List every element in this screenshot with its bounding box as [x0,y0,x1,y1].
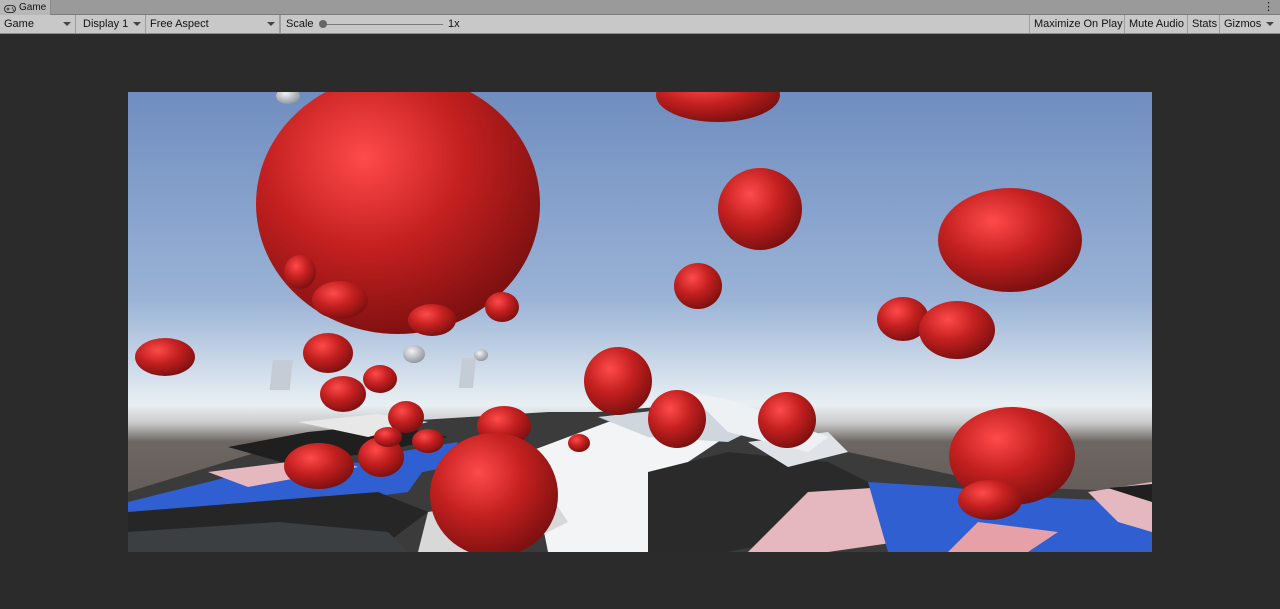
aspect-dropdown[interactable]: Free Aspect [146,15,280,33]
aspect-label: Free Aspect [150,18,209,30]
stats-toggle[interactable]: Stats [1187,15,1221,33]
chevron-down-icon [267,22,275,26]
tab-game-label: Game [19,2,47,13]
chevron-down-icon [1266,22,1274,26]
game-toolbar: Game Display 1 Free Aspect Scale 1x Maxi… [0,15,1280,34]
scale-slider-track[interactable] [323,24,443,25]
mute-audio-toggle[interactable]: Mute Audio [1124,15,1188,33]
scale-slider-thumb[interactable] [319,20,327,28]
display-dropdown[interactable]: Display 1 [79,15,146,33]
display-label: Display 1 [83,18,129,30]
scale-value: 1x [448,18,460,30]
tab-game[interactable]: Game [0,0,52,15]
scale-label: Scale [286,18,314,30]
maximize-on-play-toggle[interactable]: Maximize On Play [1029,15,1127,33]
game-view[interactable] [128,92,1152,552]
gamepad-icon [4,4,16,13]
gizmos-dropdown[interactable]: Gizmos [1219,15,1280,33]
view-mode-dropdown[interactable]: Game [0,15,76,33]
game-render [128,92,1152,552]
chevron-down-icon [133,22,141,26]
chevron-down-icon [63,22,71,26]
window-title-bar: Game ⋮ [0,0,1280,15]
kebab-menu-icon[interactable]: ⋮ [1263,0,1274,15]
gizmos-label: Gizmos [1224,18,1262,30]
view-mode-label: Game [4,18,34,30]
scale-slider-group: Scale 1x [280,15,460,33]
